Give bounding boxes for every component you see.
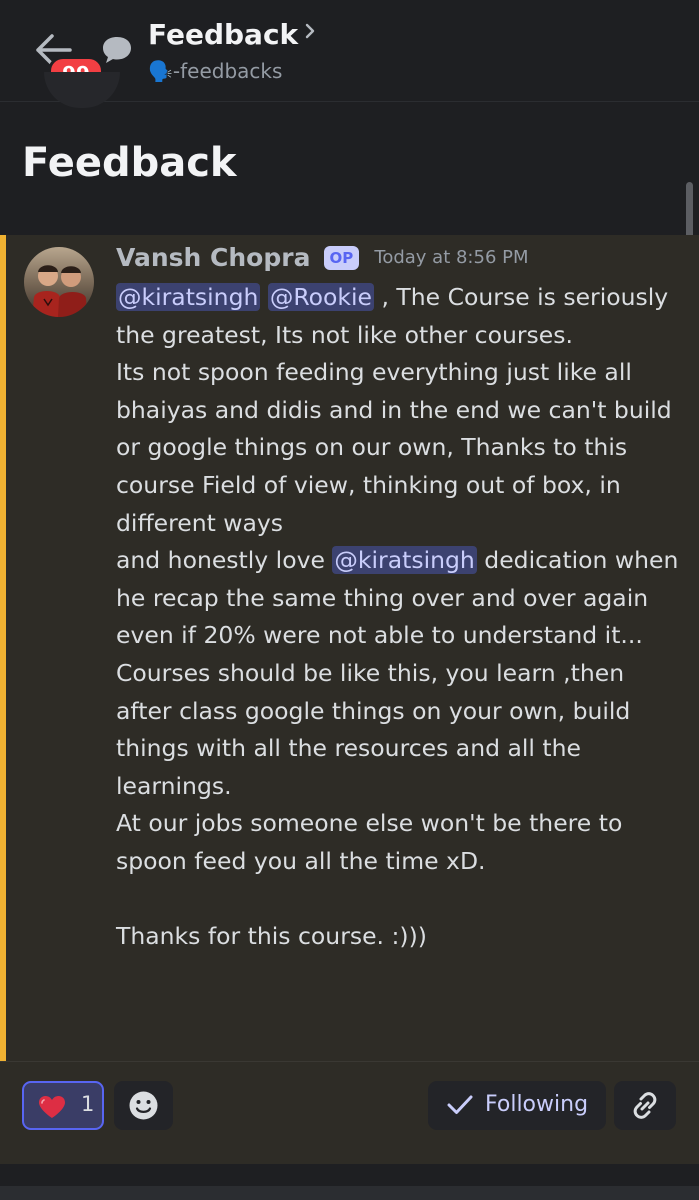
reaction-heart[interactable]: 1 <box>22 1081 104 1130</box>
speech-bubble-icon <box>103 37 131 63</box>
post-action-bar: 1 Following <box>0 1061 699 1164</box>
following-label: Following <box>485 1092 589 1117</box>
user-mention[interactable]: @Rookie <box>267 283 375 311</box>
message-content: @kiratsingh @Rookie , The Course is seri… <box>116 279 686 956</box>
message-paragraph: and honestly love @kiratsingh dedication… <box>116 542 686 655</box>
post-title-area: Feedback <box>0 72 699 234</box>
avatar[interactable] <box>24 247 94 317</box>
check-icon <box>447 1095 473 1114</box>
user-mention[interactable]: @kiratsingh <box>116 283 261 311</box>
user-mention[interactable]: @kiratsingh <box>332 546 477 575</box>
copy-link-button[interactable] <box>614 1081 676 1130</box>
following-button[interactable]: Following <box>428 1081 606 1130</box>
link-icon <box>633 1092 657 1119</box>
message-paragraph: Its not spoon feeding everything just li… <box>116 358 672 537</box>
message-text: and honestly love <box>116 546 333 575</box>
message-paragraph: Thanks for this course. :))) <box>116 922 427 951</box>
message-timestamp: Today at 8:56 PM <box>374 247 529 268</box>
message-paragraph: Courses should be like this, you learn ,… <box>116 658 631 800</box>
heart-icon <box>39 1096 65 1118</box>
message-item[interactable]: Vansh Chopra OP Today at 8:56 PM @kirats… <box>0 235 699 1061</box>
add-reaction-button[interactable] <box>114 1081 173 1130</box>
channel-name-link[interactable]: Feedback <box>148 18 316 51</box>
header-avatar-shadow <box>44 72 120 108</box>
avatar-image <box>24 247 94 317</box>
op-badge: OP <box>323 245 360 270</box>
message-header: Vansh Chopra OP Today at 8:56 PM <box>116 243 529 272</box>
parent-channel-name[interactable]: 🗣️-feedbacks <box>148 59 282 83</box>
reaction-count: 1 <box>81 1092 95 1116</box>
author-name[interactable]: Vansh Chopra <box>116 243 310 272</box>
chevron-right-icon <box>305 23 315 39</box>
message-paragraph: @kiratsingh @Rookie , The Course is seri… <box>116 279 686 354</box>
message-paragraph: At our jobs someone else won't be there … <box>116 809 623 875</box>
header-title: Feedback <box>148 18 299 51</box>
page-title: Feedback <box>22 140 237 186</box>
next-item-edge <box>0 1186 699 1200</box>
smiley-icon <box>129 1091 158 1120</box>
